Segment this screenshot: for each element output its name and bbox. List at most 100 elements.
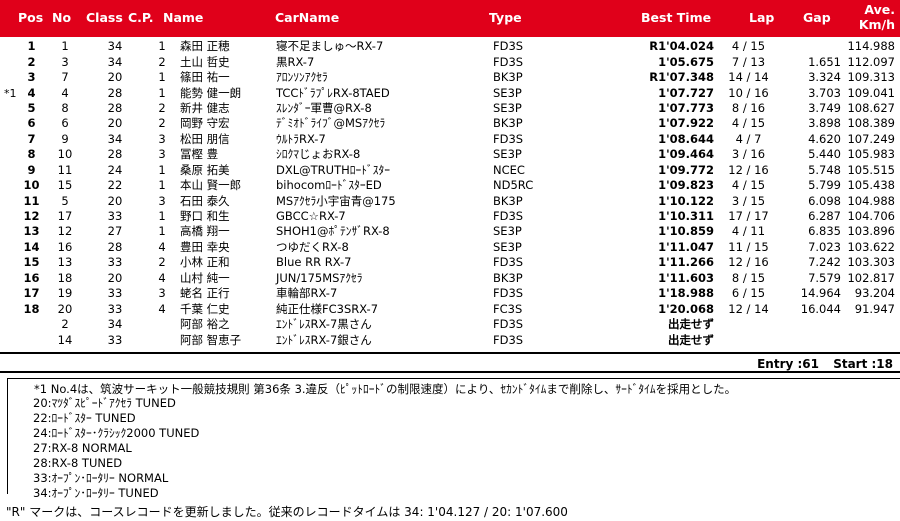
best-time-cell: 1'09.772: [658, 162, 714, 177]
best-lap-cell: 4 / 15: [731, 178, 766, 193]
table-row: 5 8 28 2 新井 健志 ｽﾚﾝﾀﾞｰ軍曹@RX-8 SE3P 1'07.773 8 / 1…: [0, 101, 900, 116]
car-name-cell: bihocomﾛｰﾄﾞｽﾀｰED: [276, 178, 382, 193]
driver-name-cell: 桑原 拓美: [180, 162, 230, 177]
best-time-cell: 1'10.122: [658, 193, 714, 208]
position-cell: 17: [23, 286, 40, 301]
class-position-cell: [145, 332, 179, 347]
gap-cell: 3.703: [808, 85, 841, 100]
row-padding: [895, 286, 900, 301]
best-time-cell: 1'09.464: [658, 147, 714, 162]
driver-name-cell: 本山 賢一郎: [180, 178, 242, 193]
row-padding: [895, 54, 900, 69]
record-note: "R" マークは、コースレコードを更新しました。従来のレコードタイムは 34: …: [6, 505, 568, 519]
row-padding: [895, 240, 900, 255]
car-type-cell: BK3P: [493, 193, 523, 208]
row-mark-cell: [0, 132, 18, 147]
class-cell: 20: [107, 193, 123, 208]
car-number-cell: 18: [57, 270, 73, 285]
class-position-cell: 2: [158, 54, 166, 69]
table-row: 3 7 20 1 篠田 祐一 ｱﾛﾝｿﾝｱｸｾﾗ BK3P R1'07.348 14 / 14 3…: [0, 70, 900, 85]
row-mark-cell: [0, 286, 18, 301]
car-type-cell: FD3S: [493, 317, 524, 332]
class-position-cell: 3: [158, 147, 166, 162]
car-number-cell: 14: [57, 332, 73, 347]
car-name-cell: ﾃﾞﾐｵﾄﾞﾗｲﾌﾞ@MSｱｸｾﾗ: [276, 116, 386, 131]
table-row: 12 17 33 1 野口 和生 GBCC☆RX-7 FD3S 1'10.311 17 / 17…: [0, 209, 900, 224]
driver-name-cell: 阿部 裕之: [180, 317, 230, 332]
average-speed-cell: 103.303: [847, 255, 895, 270]
car-name-cell: Blue RR RX-7: [276, 255, 352, 270]
car-type-cell: SE3P: [493, 239, 522, 254]
gap-cell: 7.023: [808, 239, 841, 254]
row-mark-cell: [0, 163, 18, 178]
gap-cell: 7.242: [808, 255, 841, 270]
row-mark-cell: [0, 54, 18, 69]
row-mark-cell: [0, 209, 18, 224]
class-position-cell: 1: [158, 39, 166, 54]
table-row: 9 11 24 1 桑原 拓美 DXL@TRUTHﾛｰﾄﾞｽﾀｰ NCEC 1'09.772 1…: [0, 163, 900, 178]
best-time-cell: 1'07.727: [658, 85, 714, 100]
row-mark-cell: [0, 224, 18, 239]
header-pos: Pos: [18, 10, 44, 25]
car-type-cell: FD3S: [493, 332, 524, 347]
row-mark-cell: [0, 255, 18, 270]
table-row: 14 16 28 4 豊田 幸央 つゆだくRX-8 SE3P 1'11.047 11 / 15 7…: [0, 240, 900, 255]
table-row: 13 12 27 1 高橋 翔一 SHOH1@ﾎﾟﾃﾝｻﾞRX-8 SE3P 1'10.859…: [0, 224, 900, 239]
gap-cell: 3.898: [808, 116, 841, 131]
row-padding: [895, 147, 900, 162]
note-class: 24:ﾛｰﾄﾞｽﾀｰ･ｸﾗｼｯｸ2000 TUNED: [33, 426, 200, 440]
position-cell: [18, 317, 45, 332]
best-time-cell: 1'18.988: [658, 286, 714, 301]
class-position-cell: 2: [158, 255, 166, 270]
car-number-cell: 4: [61, 85, 69, 100]
position-cell: 12: [23, 209, 40, 224]
best-time-cell: 1'05.675: [658, 54, 714, 69]
class-cell: 28: [107, 85, 123, 100]
position-cell: 15: [23, 255, 40, 270]
driver-name-cell: 森田 正穂: [180, 39, 230, 54]
car-type-cell: BK3P: [493, 70, 523, 85]
class-position-cell: 1: [158, 209, 166, 224]
position-cell: 18: [23, 301, 40, 316]
results-header: Pos No Class C.P. Name CarName Type Best…: [0, 0, 900, 37]
header-class: Class: [86, 10, 123, 25]
row-mark-cell: [0, 301, 18, 316]
row-padding: [895, 224, 900, 239]
average-speed-cell: 107.249: [847, 131, 895, 146]
class-cell: 33: [107, 255, 123, 270]
car-number-cell: 11: [57, 162, 73, 177]
driver-name-cell: 野口 和生: [180, 209, 230, 224]
entry-summary: Entry :61 Start :18: [747, 357, 893, 371]
driver-name-cell: 蛯名 正行: [180, 286, 230, 301]
best-lap-cell: 12 / 16: [728, 162, 769, 177]
row-padding: [895, 255, 900, 270]
position-cell: 10: [23, 178, 40, 193]
class-cell: 27: [107, 224, 123, 239]
table-row: 16 18 20 4 山村 純一 JUN/175MSｱｸｾﾗ BK3P 1'11.603 8 /…: [0, 271, 900, 286]
row-mark-cell: [0, 147, 18, 162]
class-cell: 28: [107, 100, 123, 115]
average-speed-cell: 104.988: [847, 193, 895, 208]
best-time-cell: 1'11.047: [658, 239, 714, 254]
best-time-cell: 1'10.859: [658, 224, 714, 239]
table-row: 10 15 22 1 本山 賢一郎 bihocomﾛｰﾄﾞｽﾀｰED ND5RC 1'09.8…: [0, 178, 900, 193]
table-row: 15 13 33 2 小林 正和 Blue RR RX-7 FD3S 1'11.266 12 /…: [0, 255, 900, 270]
car-type-cell: FD3S: [493, 255, 524, 270]
row-padding: [895, 116, 900, 131]
row-mark-cell: [0, 101, 18, 116]
gap-cell: 5.748: [808, 162, 841, 177]
driver-name-cell: 石田 泰久: [180, 193, 230, 208]
gap-cell: [783, 39, 841, 54]
average-speed-cell: 112.097: [847, 54, 895, 69]
table-row: 17 19 33 3 蛯名 正行 車輪部RX-7 FD3S 1'18.988 6 / 15 14.…: [0, 286, 900, 301]
entry-count: Entry :61: [757, 357, 819, 371]
driver-name-cell: 松田 朋信: [180, 131, 230, 146]
driver-name-cell: 高橋 翔一: [180, 224, 230, 239]
row-padding: [895, 101, 900, 116]
class-position-cell: 1: [158, 178, 166, 193]
header-no: No: [52, 10, 72, 25]
class-cell: 34: [107, 131, 123, 146]
car-name-cell: ｼﾛｸﾏじょおRX-8: [276, 147, 361, 162]
row-padding: [895, 332, 900, 347]
average-speed-cell: 104.706: [847, 209, 895, 224]
